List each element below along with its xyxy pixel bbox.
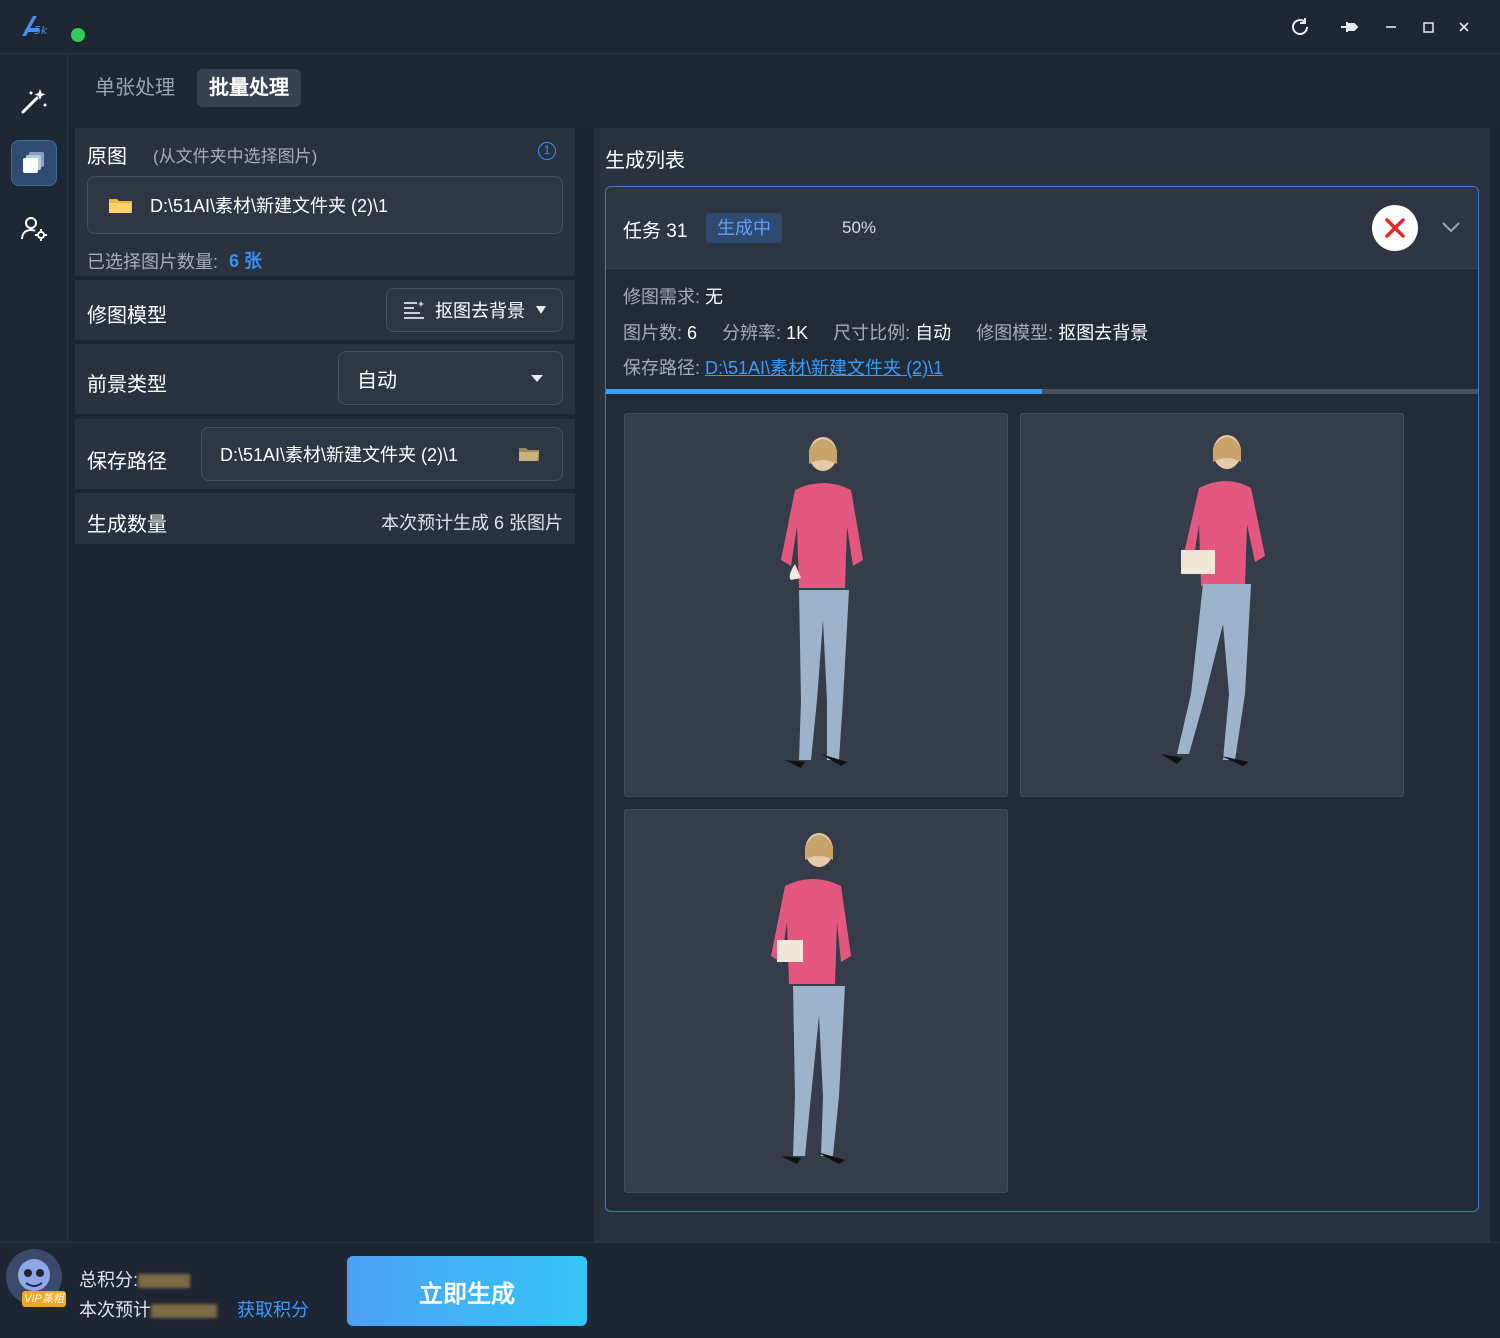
source-path: D:\51AI\素材\新建文件夹 (2)\1 bbox=[150, 196, 389, 216]
requirement-line: 修图需求: 无 bbox=[623, 283, 723, 309]
save-section: 保存路径 D:\51AI\素材\新建文件夹 (2)\1 bbox=[75, 419, 575, 489]
result-thumbnail[interactable] bbox=[1020, 413, 1404, 797]
points-redacted bbox=[138, 1274, 191, 1289]
save-path-link[interactable]: D:\51AI\素材\新建文件夹 (2)\1 bbox=[705, 358, 943, 378]
foreground-value: 自动 bbox=[357, 369, 397, 392]
source-folder-picker[interactable]: D:\51AI\素材\新建文件夹 (2)\1 bbox=[87, 176, 563, 234]
requirement-label: 修图需求: bbox=[623, 287, 701, 307]
source-hint: (从文件夹中选择图片) bbox=[153, 147, 318, 166]
task-name: 任务 31 bbox=[623, 221, 688, 242]
minimize-icon[interactable] bbox=[1376, 12, 1406, 42]
path-line: 保存路径: D:\51AI\素材\新建文件夹 (2)\1 bbox=[623, 354, 943, 380]
estimate-label: 本次预计 bbox=[79, 1296, 217, 1322]
resolution-label: 分辨率: bbox=[722, 323, 782, 343]
progress-bar bbox=[606, 389, 1478, 394]
status-badge: 生成中 bbox=[706, 213, 782, 243]
online-status-dot bbox=[71, 28, 85, 42]
model-select[interactable]: 抠图去背景 bbox=[386, 288, 563, 332]
maximize-icon[interactable] bbox=[1413, 12, 1443, 42]
task-percent: 50% bbox=[842, 218, 877, 237]
mode-tabs: 单张处理 批量处理 bbox=[68, 54, 1500, 124]
app-logo-icon: 5k bbox=[22, 16, 48, 37]
model-photo-image bbox=[781, 437, 863, 768]
sidebar-item-magic[interactable] bbox=[11, 78, 57, 124]
close-icon[interactable] bbox=[1449, 12, 1479, 42]
save-path-picker[interactable]: D:\51AI\素材\新建文件夹 (2)\1 bbox=[201, 427, 563, 481]
dropdown-arrow-icon bbox=[531, 375, 543, 382]
model-photo-image bbox=[1161, 435, 1265, 766]
path-label: 保存路径: bbox=[623, 358, 701, 378]
quantity-section: 生成数量 本次预计生成 6 张图片 bbox=[75, 493, 575, 544]
model-section: 修图模型 抠图去背景 bbox=[75, 280, 575, 340]
result-thumbnail[interactable] bbox=[624, 413, 1008, 797]
tab-batch[interactable]: 批量处理 bbox=[197, 69, 301, 107]
total-points-text: 总积分: bbox=[79, 1270, 139, 1290]
resolution-value: 1K bbox=[786, 323, 809, 343]
user-settings-icon bbox=[21, 217, 47, 241]
chevron-down-icon[interactable] bbox=[1441, 221, 1461, 233]
selected-count-value: 6 张 bbox=[229, 251, 263, 271]
quantity-value: 本次预计生成 6 张图片 bbox=[380, 513, 563, 533]
model-label: 修图模型 bbox=[87, 305, 167, 327]
source-section: 原图 (从文件夹中选择图片) 1 D:\51AI\素材\新建文件夹 (2)\1 … bbox=[75, 128, 575, 276]
model-meta-value: 抠图去背景 bbox=[1058, 323, 1149, 343]
total-points-label: 总积分: bbox=[79, 1266, 191, 1292]
tab-single[interactable]: 单张处理 bbox=[83, 69, 187, 107]
foreground-select[interactable]: 自动 bbox=[338, 351, 563, 405]
requirement-value: 无 bbox=[705, 287, 724, 307]
generation-list: 生成列表 任务 31 生成中 50% 修图需求: 无 图片数: 6 分辨率: 1… bbox=[594, 128, 1490, 1242]
task-meta-line: 图片数: 6 分辨率: 1K 尺寸比例: 自动 修图模型: 抠图去背景 bbox=[623, 319, 1148, 345]
source-title: 原图 bbox=[87, 146, 127, 168]
bottom-bar: VIP蒸粗 总积分: 本次预计 获取积分 立即生成 bbox=[0, 1242, 1500, 1338]
sidebar bbox=[0, 54, 68, 1338]
info-icon[interactable]: 1 bbox=[538, 142, 556, 160]
quantity-label: 生成数量 bbox=[87, 514, 167, 536]
task-card: 任务 31 生成中 50% 修图需求: 无 图片数: 6 分辨率: 1K 尺寸比… bbox=[605, 186, 1479, 1212]
generate-button[interactable]: 立即生成 bbox=[347, 1256, 587, 1326]
get-points-link[interactable]: 获取积分 bbox=[237, 1296, 309, 1322]
list-icon bbox=[404, 301, 424, 319]
ratio-label: 尺寸比例: bbox=[833, 323, 911, 343]
ratio-value: 自动 bbox=[915, 323, 952, 343]
model-value: 抠图去背景 bbox=[435, 301, 525, 321]
sidebar-item-account[interactable] bbox=[11, 206, 57, 252]
foreground-section: 前景类型 自动 bbox=[75, 344, 575, 414]
model-photo-image bbox=[771, 833, 851, 1164]
image-stack-icon bbox=[23, 152, 44, 173]
magic-wand-icon bbox=[21, 89, 47, 114]
result-thumbnail[interactable] bbox=[624, 809, 1008, 1193]
folder-icon bbox=[109, 199, 132, 213]
progress-fill bbox=[606, 389, 1042, 394]
selected-count-label: 已选择图片数量: bbox=[87, 252, 219, 272]
model-meta-label: 修图模型: bbox=[976, 323, 1054, 343]
svg-text:5k: 5k bbox=[34, 24, 48, 37]
count-label: 图片数: bbox=[623, 323, 683, 343]
estimate-redacted bbox=[151, 1304, 217, 1319]
dropdown-arrow-icon bbox=[536, 306, 546, 314]
sidebar-item-batch[interactable] bbox=[11, 140, 57, 186]
folder-icon[interactable] bbox=[518, 446, 540, 462]
title-bar: 5k bbox=[0, 0, 1500, 54]
list-title: 生成列表 bbox=[605, 150, 685, 172]
foreground-label: 前景类型 bbox=[87, 374, 167, 396]
vip-badge: VIP蒸粗 bbox=[22, 1291, 66, 1307]
refresh-icon[interactable] bbox=[1285, 12, 1315, 42]
save-path: D:\51AI\素材\新建文件夹 (2)\1 bbox=[220, 445, 459, 465]
count-value: 6 bbox=[687, 323, 698, 343]
estimate-text: 本次预计 bbox=[79, 1300, 151, 1320]
pin-icon[interactable] bbox=[1334, 12, 1364, 42]
save-label: 保存路径 bbox=[87, 451, 167, 473]
cancel-task-icon[interactable] bbox=[1372, 205, 1418, 251]
task-header[interactable]: 任务 31 生成中 50% bbox=[606, 187, 1478, 269]
